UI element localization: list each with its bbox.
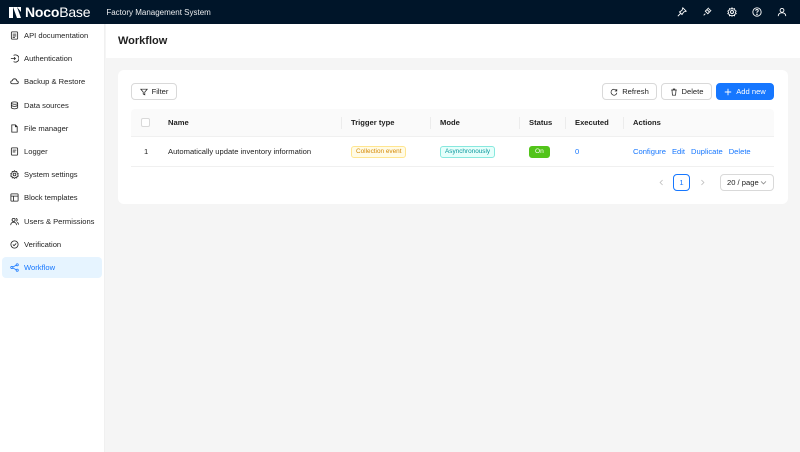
column-header-name[interactable]: Name <box>168 109 189 136</box>
add-new-label: Add new <box>736 87 766 96</box>
sidebar-item-users-permissions[interactable]: Users & Permissions <box>2 211 102 232</box>
duplicate-link[interactable]: Duplicate <box>691 147 723 156</box>
sidebar: API documentation Authentication Backup … <box>0 24 105 452</box>
sidebar-item-api-documentation[interactable]: API documentation <box>2 25 102 46</box>
sidebar-item-authentication[interactable]: Authentication <box>2 48 102 69</box>
help-icon[interactable] <box>744 0 769 24</box>
sidebar-item-label: Workflow <box>24 262 56 272</box>
sidebar-item-label: Authentication <box>24 54 73 64</box>
filter-button[interactable]: Filter <box>131 83 177 100</box>
gear-icon <box>10 170 19 180</box>
logger-icon <box>10 147 19 156</box>
actions-cell: Configure Edit Duplicate Delete <box>633 137 757 166</box>
status-cell: On <box>529 137 550 166</box>
sidebar-item-label: Verification <box>24 239 62 249</box>
workflow-icon <box>10 263 19 272</box>
sidebar-item-label: Logger <box>24 146 48 156</box>
workflow-name: Automatically update inventory informati… <box>168 147 312 156</box>
refresh-button[interactable]: Refresh <box>602 83 657 100</box>
table-row: 1 Automatically update inventory informa… <box>131 137 774 167</box>
column-header-status[interactable]: Status <box>529 109 552 136</box>
mode-tag: Asynchronously <box>440 145 496 158</box>
page-size-value: 20 / page <box>727 178 759 187</box>
mode-cell: Asynchronously <box>440 137 496 166</box>
check-circle-icon <box>10 240 19 249</box>
delete-link[interactable]: Delete <box>729 147 751 156</box>
select-all-checkbox[interactable] <box>141 118 150 127</box>
page-1-button[interactable]: 1 <box>673 174 690 191</box>
settings-icon[interactable] <box>719 0 744 24</box>
sidebar-item-label: Data sources <box>24 100 69 110</box>
sidebar-item-workflow[interactable]: Workflow <box>2 256 102 278</box>
add-new-button[interactable]: Add new <box>716 83 774 100</box>
column-header-trigger-type[interactable]: Trigger type <box>351 109 394 136</box>
sidebar-item-file-manager[interactable]: File manager <box>2 118 102 139</box>
refresh-icon <box>610 88 618 96</box>
cloud-icon <box>10 77 19 86</box>
configure-link[interactable]: Configure <box>633 147 666 156</box>
sidebar-item-logger[interactable]: Logger <box>2 141 102 162</box>
refresh-label: Refresh <box>622 87 649 96</box>
executed-cell: 0 <box>575 137 585 166</box>
top-icons <box>669 0 794 24</box>
filter-icon <box>139 88 148 95</box>
pin-icon[interactable] <box>669 0 694 24</box>
delete-label: Delete <box>681 87 704 96</box>
chevron-left-icon <box>659 179 663 186</box>
select-all-cell <box>141 109 150 136</box>
table-header: Name Trigger type Mode Status Executed A… <box>131 109 774 137</box>
column-divider <box>430 117 431 129</box>
sidebar-item-data-sources[interactable]: Data sources <box>2 95 102 116</box>
nocobase-logo[interactable]: NocoBase <box>7 4 91 20</box>
delete-button[interactable]: Delete <box>661 83 712 100</box>
app-title: Factory Management System <box>106 7 211 17</box>
sidebar-item-label: API documentation <box>24 31 89 40</box>
sidebar-item-block-templates[interactable]: Block templates <box>2 187 102 208</box>
sidebar-item-label: Block templates <box>24 193 78 203</box>
logo-mark-icon <box>7 5 23 19</box>
sidebar-item-label: Users & Permissions <box>24 216 95 226</box>
file-icon <box>10 124 19 133</box>
column-divider <box>623 117 624 129</box>
chevron-down-icon <box>760 181 767 185</box>
chevron-right-icon <box>701 179 705 186</box>
column-divider <box>341 117 342 129</box>
page-header: Workflow <box>106 24 800 58</box>
sidebar-item-label: File manager <box>24 123 69 133</box>
sidebar-item-label: Backup & Restore <box>24 77 86 87</box>
row-index: 1 <box>144 147 149 156</box>
trigger-type-tag: Collection event <box>351 145 407 158</box>
user-icon[interactable] <box>769 0 794 24</box>
sidebar-item-system-settings[interactable]: System settings <box>2 164 102 185</box>
login-icon <box>10 54 19 63</box>
workflow-card: Filter Refresh Delete Add new Name Trigg… <box>118 70 788 204</box>
column-divider <box>565 117 566 129</box>
next-page-button[interactable] <box>694 174 711 191</box>
prev-page-button[interactable] <box>653 174 670 191</box>
executed-count-link[interactable]: 0 <box>575 147 579 156</box>
sidebar-item-label: System settings <box>24 170 78 180</box>
column-header-executed[interactable]: Executed <box>575 109 609 136</box>
column-header-mode[interactable]: Mode <box>440 109 460 136</box>
top-bar: NocoBase Factory Management System <box>0 0 800 24</box>
edit-link[interactable]: Edit <box>672 147 685 156</box>
status-badge: On <box>529 145 550 158</box>
trigger-type-cell: Collection event <box>351 137 407 166</box>
plugin-icon[interactable] <box>694 0 719 24</box>
layout-icon <box>10 193 19 202</box>
column-divider <box>519 117 520 129</box>
logo-text: NocoBase <box>25 4 91 20</box>
sidebar-item-verification[interactable]: Verification <box>2 234 102 255</box>
doc-icon <box>10 31 19 40</box>
page-size-select[interactable]: 20 / page <box>720 174 774 191</box>
users-icon <box>10 217 19 226</box>
trash-icon <box>670 88 677 96</box>
page-title: Workflow <box>118 35 168 47</box>
plus-icon <box>725 88 732 95</box>
filter-label: Filter <box>151 87 169 96</box>
column-header-actions: Actions <box>633 118 661 127</box>
database-icon <box>10 101 19 110</box>
sidebar-item-backup-restore[interactable]: Backup & Restore <box>2 71 102 92</box>
